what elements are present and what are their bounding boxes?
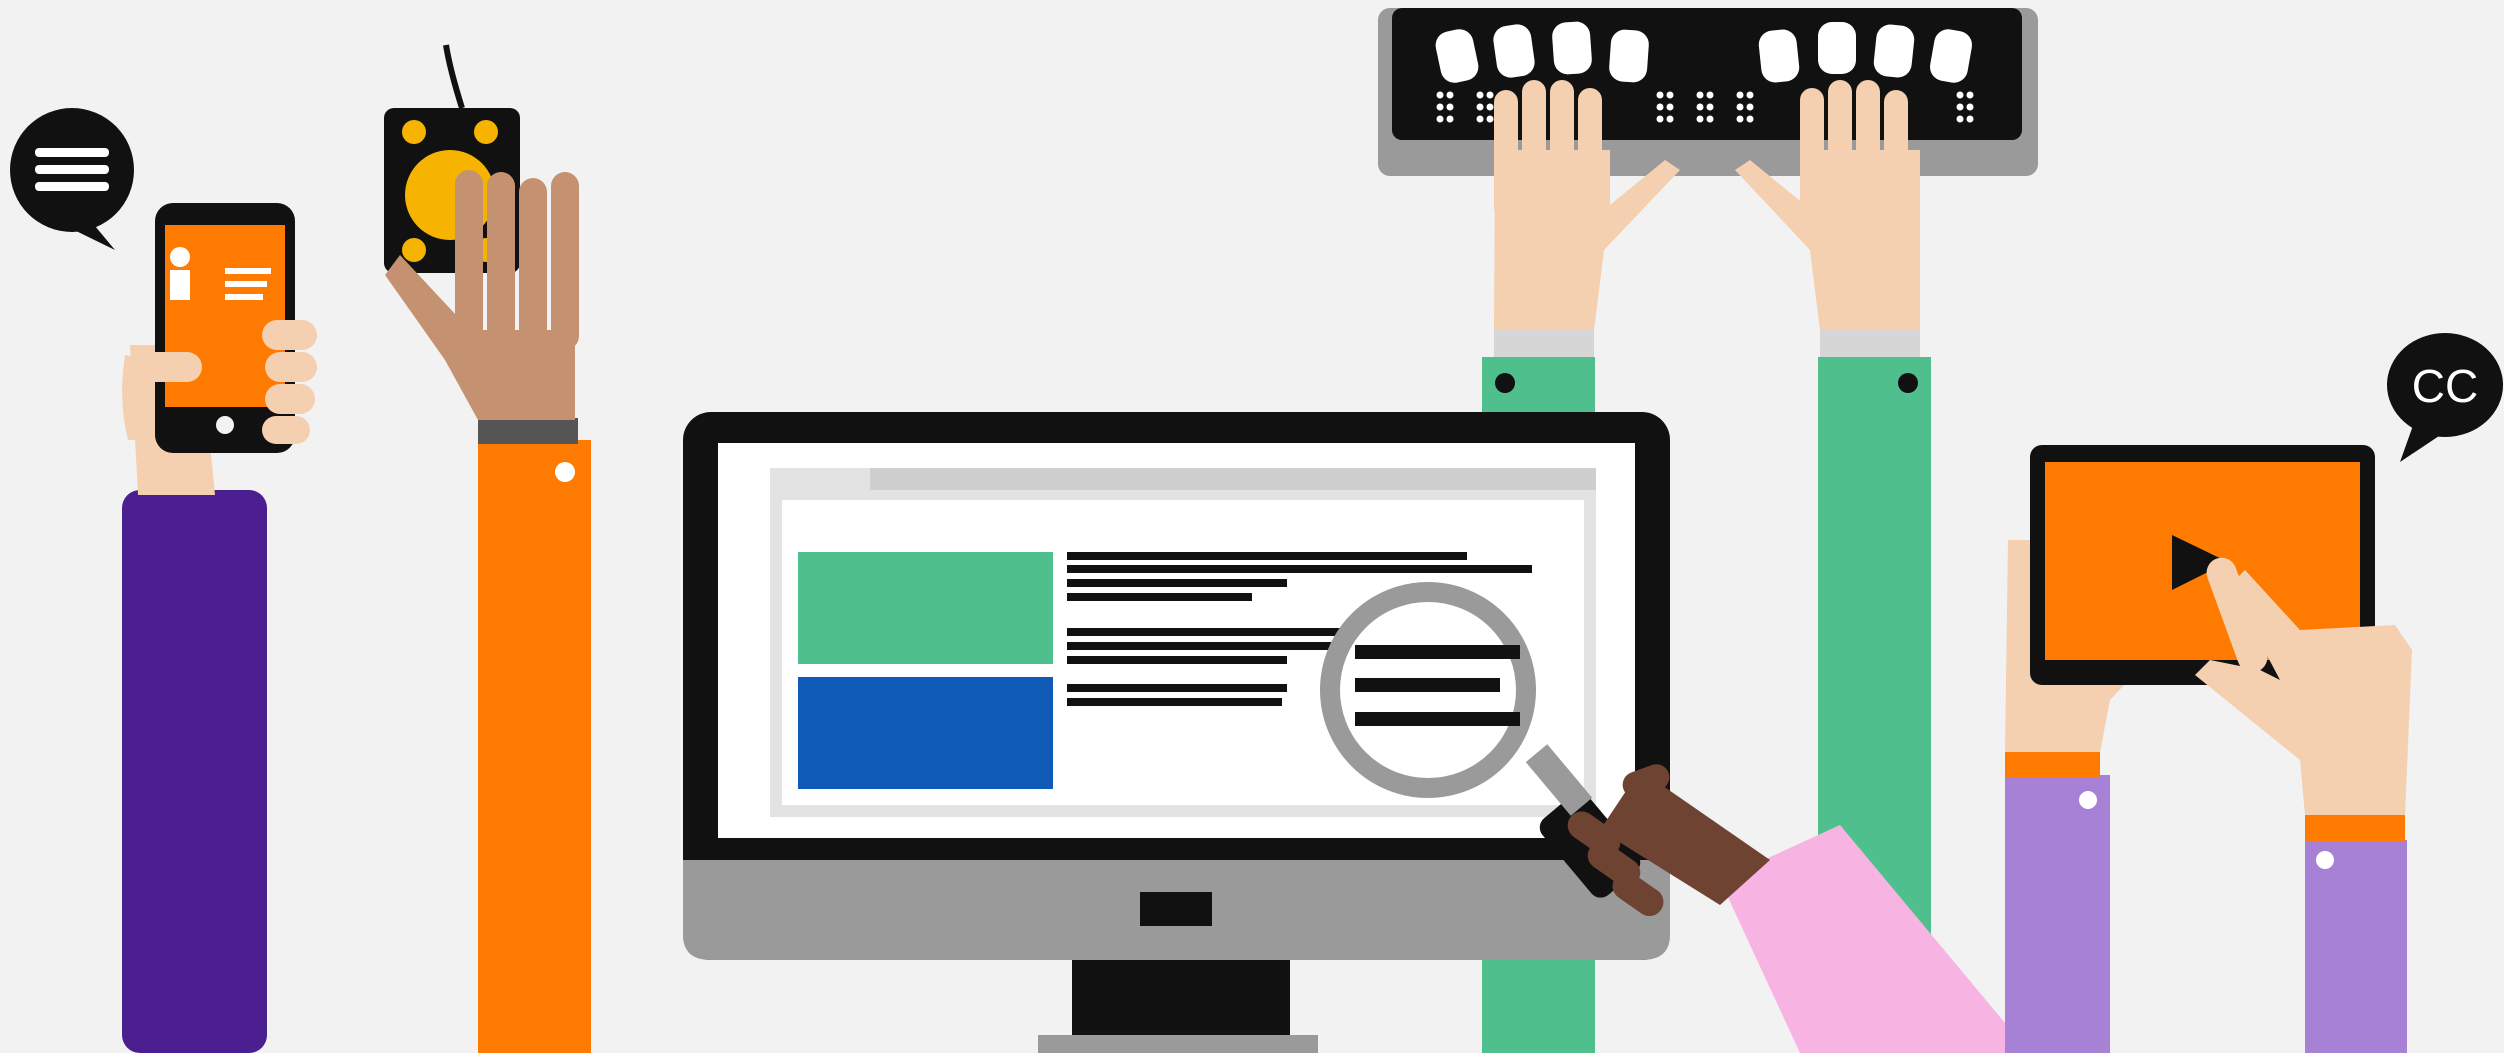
cuff [478, 418, 578, 444]
hand-with-smartphone [10, 108, 317, 1053]
lavender-sleeve-right [2305, 840, 2407, 1053]
braille-display-icon [1378, 8, 2038, 176]
accessibility-illustration: CC [10, 8, 2503, 1053]
lavender-sleeve-left [2005, 775, 2110, 1053]
closed-captions-icon: CC [2387, 333, 2503, 462]
orange-sleeve [478, 440, 591, 1053]
hands-with-tablet: CC [2005, 333, 2503, 1053]
purple-sleeve [122, 490, 267, 1053]
cc-label: CC [2412, 360, 2478, 412]
hand-with-switch [384, 44, 591, 1053]
speech-bubble-text-icon [10, 108, 134, 250]
